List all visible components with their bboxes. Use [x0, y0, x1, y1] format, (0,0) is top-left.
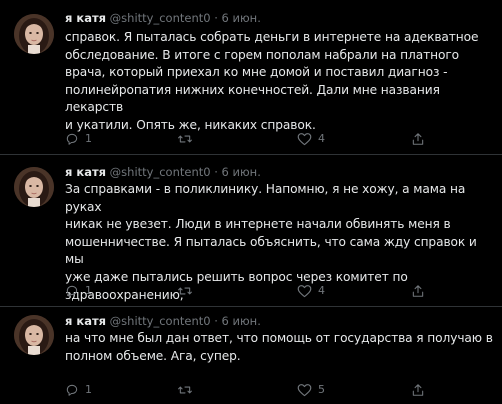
like-button[interactable]: 4	[297, 282, 325, 300]
reply-count: 1	[85, 284, 92, 297]
tweet-actions: 1 5	[65, 381, 425, 399]
tweet-header: я катя @shitty_content0 · 6 июн.	[65, 10, 261, 26]
author-name[interactable]: я катя	[65, 11, 106, 25]
retweet-button[interactable]	[177, 282, 199, 300]
tweet-date[interactable]: · 6 июн.	[214, 11, 261, 25]
reply-icon	[66, 133, 78, 145]
retweet-icon	[178, 287, 192, 295]
share-icon	[412, 133, 424, 145]
retweet-button[interactable]	[177, 130, 199, 148]
tweet[interactable]: я катя @shitty_content0 · 6 июн. справок…	[0, 0, 502, 154]
tweet-actions: 1 4	[65, 282, 425, 300]
like-icon	[297, 133, 312, 146]
reply-button[interactable]: 1	[65, 381, 92, 399]
tweet-date[interactable]: · 6 июн.	[214, 314, 261, 328]
share-button[interactable]	[411, 381, 425, 399]
tweet[interactable]: я катя @shitty_content0 · 6 июн. на что …	[0, 306, 502, 404]
tweet-thread: я катя @shitty_content0 · 6 июн. справок…	[0, 0, 502, 404]
share-button[interactable]	[411, 130, 425, 148]
like-button[interactable]: 4	[297, 130, 325, 148]
reply-icon	[66, 285, 78, 297]
share-icon	[412, 384, 424, 396]
like-count: 4	[318, 132, 325, 145]
share-button[interactable]	[411, 282, 425, 300]
tweet[interactable]: я катя @shitty_content0 · 6 июн. За спра…	[0, 154, 502, 306]
tweet-text: на что мне был дан ответ, что помощь от …	[65, 331, 493, 363]
reply-button[interactable]: 1	[65, 130, 92, 148]
like-count: 5	[318, 383, 325, 396]
retweet-icon	[178, 386, 192, 394]
tweet-header: я катя @shitty_content0 · 6 июн.	[65, 164, 261, 180]
like-button[interactable]: 5	[297, 381, 325, 399]
tweet-header: я катя @shitty_content0 · 6 июн.	[65, 313, 261, 329]
retweet-icon	[178, 135, 192, 143]
retweet-button[interactable]	[177, 381, 199, 399]
author-handle[interactable]: @shitty_content0	[110, 11, 211, 25]
reply-count: 1	[85, 383, 92, 396]
tweet-text: справок. Я пыталась собрать деньги в инт…	[65, 30, 479, 132]
avatar[interactable]	[14, 167, 54, 207]
reply-icon	[66, 384, 78, 396]
like-icon	[297, 384, 312, 397]
like-count: 4	[318, 284, 325, 297]
author-handle[interactable]: @shitty_content0	[110, 165, 211, 179]
reply-count: 1	[85, 132, 92, 145]
author-handle[interactable]: @shitty_content0	[110, 314, 211, 328]
author-name[interactable]: я катя	[65, 314, 106, 328]
avatar[interactable]	[14, 315, 54, 355]
like-icon	[297, 285, 312, 298]
tweet-date[interactable]: · 6 июн.	[214, 165, 261, 179]
share-icon	[412, 285, 424, 297]
reply-button[interactable]: 1	[65, 282, 92, 300]
avatar[interactable]	[14, 14, 54, 54]
author-name[interactable]: я катя	[65, 165, 106, 179]
tweet-actions: 1 4	[65, 130, 425, 148]
